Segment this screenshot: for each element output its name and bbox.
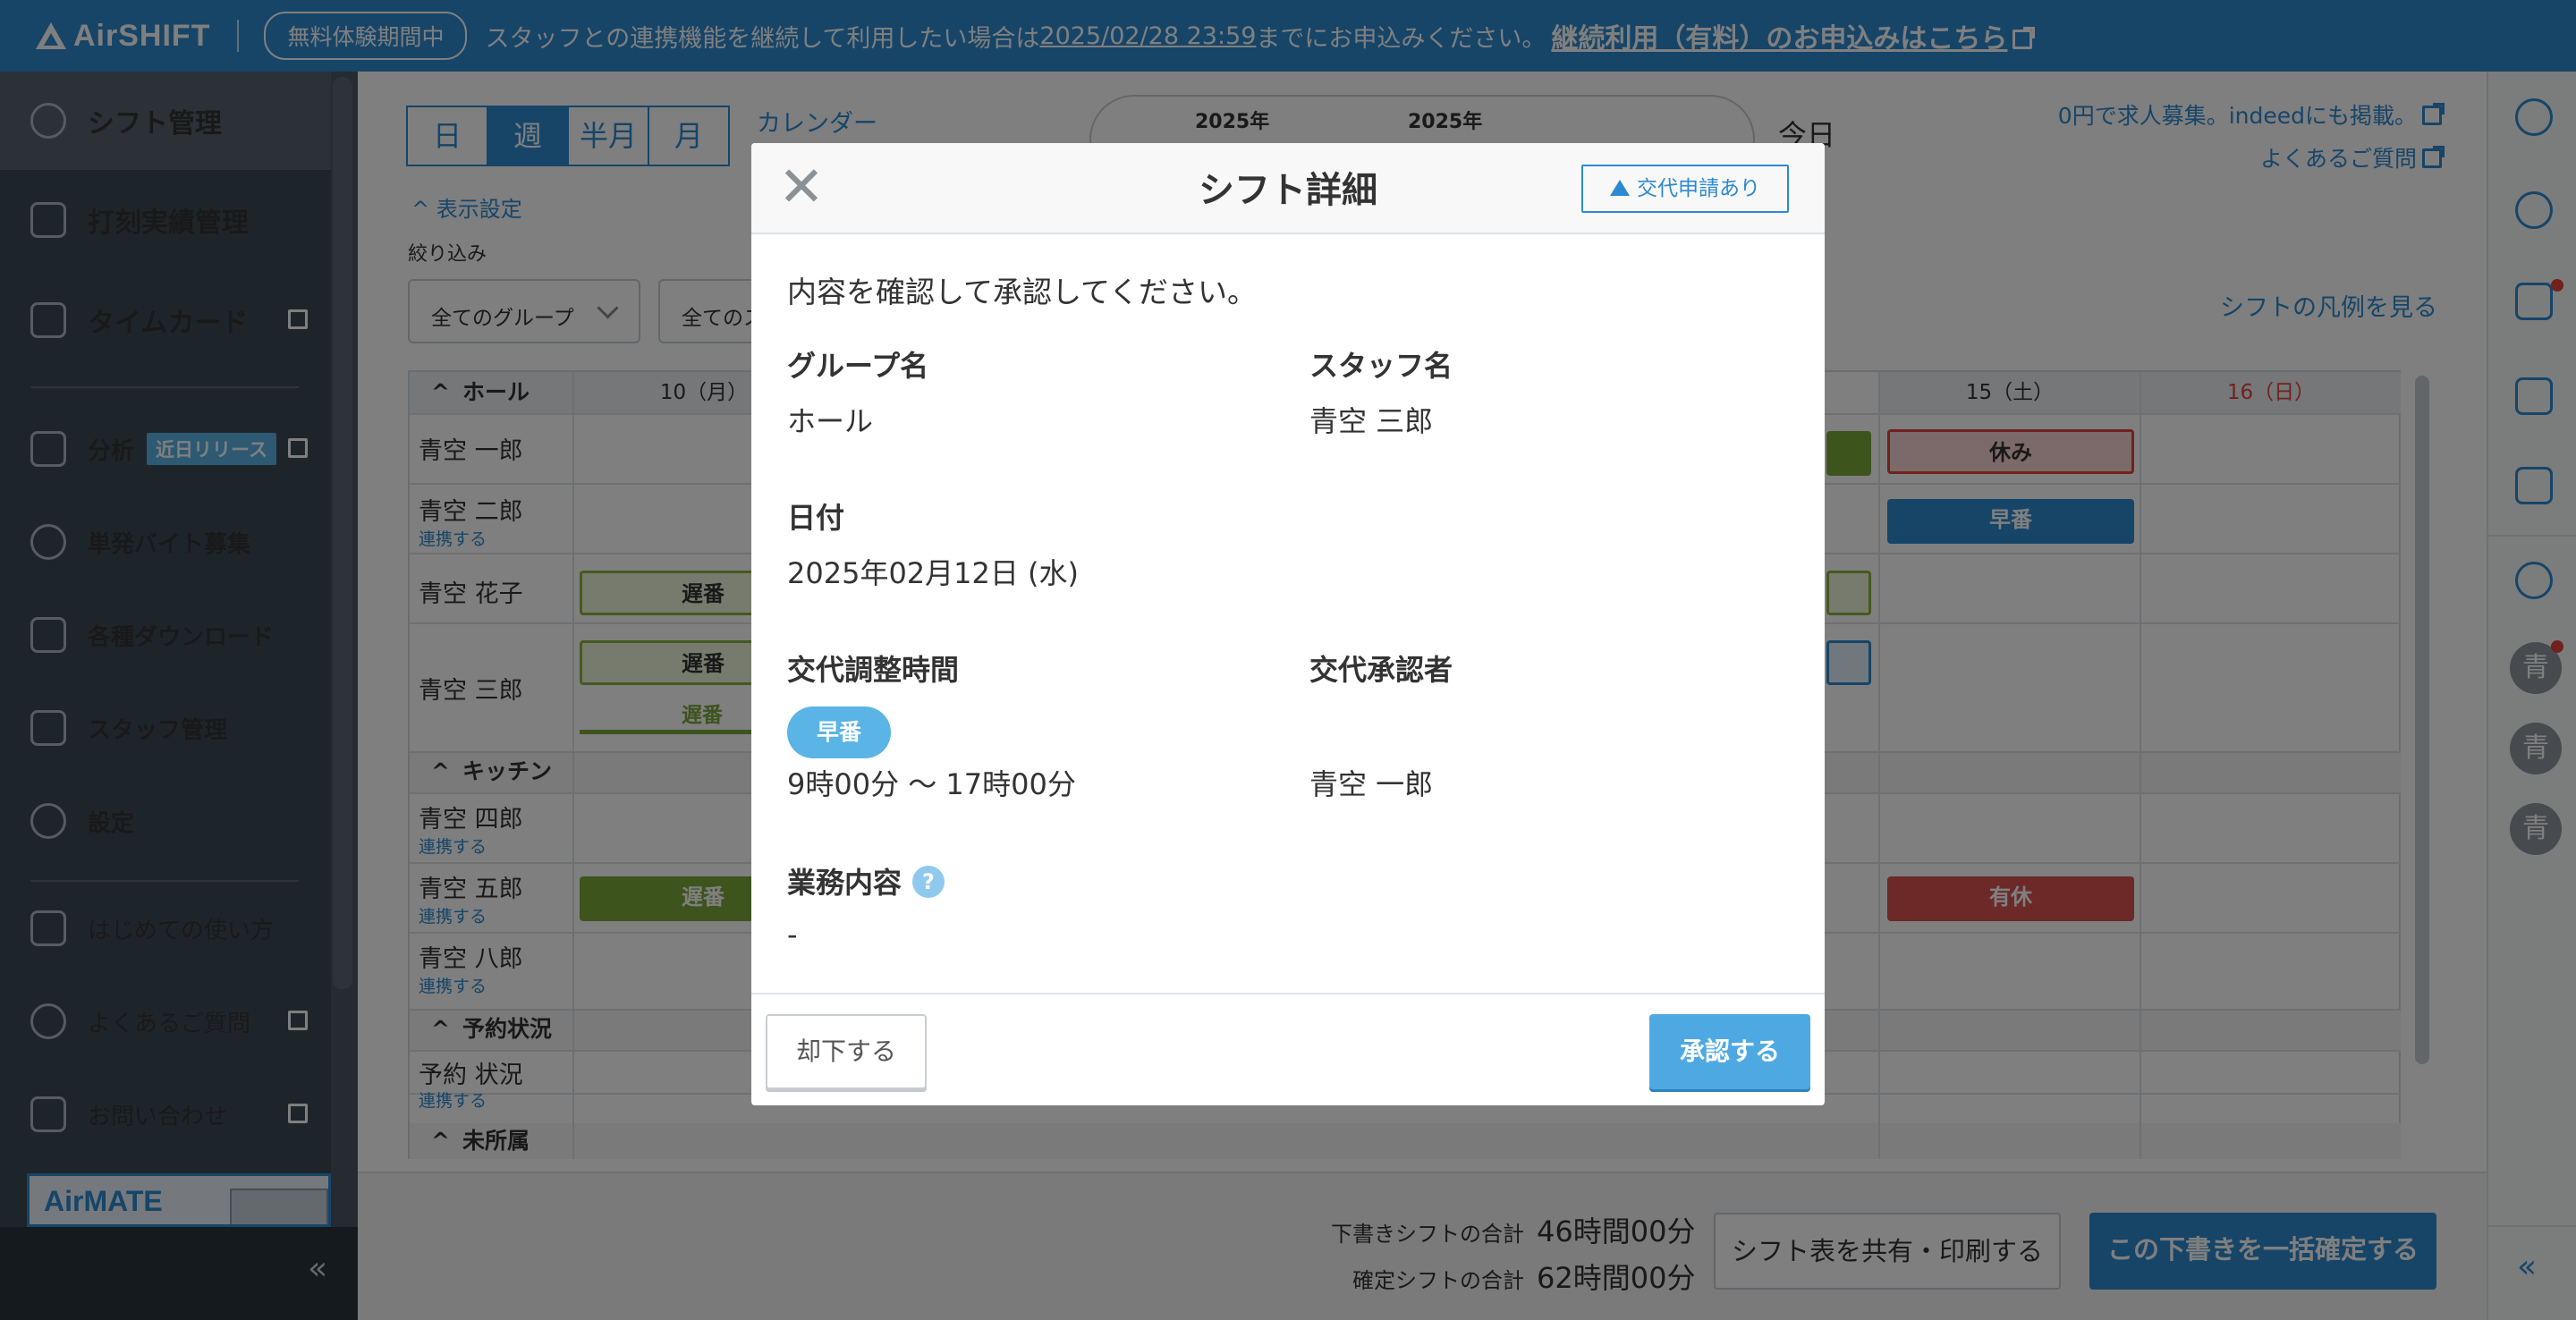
staff-name-label: スタッフ名 xyxy=(1309,349,1453,383)
task-label: 業務内容 xyxy=(787,866,902,900)
warning-triangle-icon xyxy=(1610,180,1630,196)
group-name-value: ホール xyxy=(787,404,874,438)
task-value: - xyxy=(787,918,798,952)
approver-value: 青空 一郎 xyxy=(1309,767,1434,801)
group-name-label: グループ名 xyxy=(787,349,929,383)
swap-request-badge[interactable]: 交代申請あり xyxy=(1581,165,1789,213)
help-icon[interactable]: ? xyxy=(912,866,945,898)
swap-time-label: 交代調整時間 xyxy=(787,653,960,687)
modal-instruction: 内容を確認して承認してください。 xyxy=(787,275,1258,309)
shift-type-pill: 早番 xyxy=(787,707,891,758)
modal-header: ✕ シフト詳細 交代申請あり xyxy=(751,143,1825,234)
approver-label: 交代承認者 xyxy=(1309,653,1453,687)
staff-name-value: 青空 三郎 xyxy=(1309,404,1434,438)
shift-detail-modal: ✕ シフト詳細 交代申請あり 内容を確認して承認してください。 グループ名 ホー… xyxy=(751,143,1825,1105)
date-value: 2025年02月12日 (水) xyxy=(787,556,1080,590)
approve-button[interactable]: 承認する xyxy=(1649,1014,1810,1089)
swap-time-value: 9時00分 〜 17時00分 xyxy=(787,767,1076,801)
date-label: 日付 xyxy=(787,501,845,535)
reject-button[interactable]: 却下する xyxy=(766,1014,927,1089)
modal-footer: 却下する 承認する xyxy=(751,993,1825,1105)
